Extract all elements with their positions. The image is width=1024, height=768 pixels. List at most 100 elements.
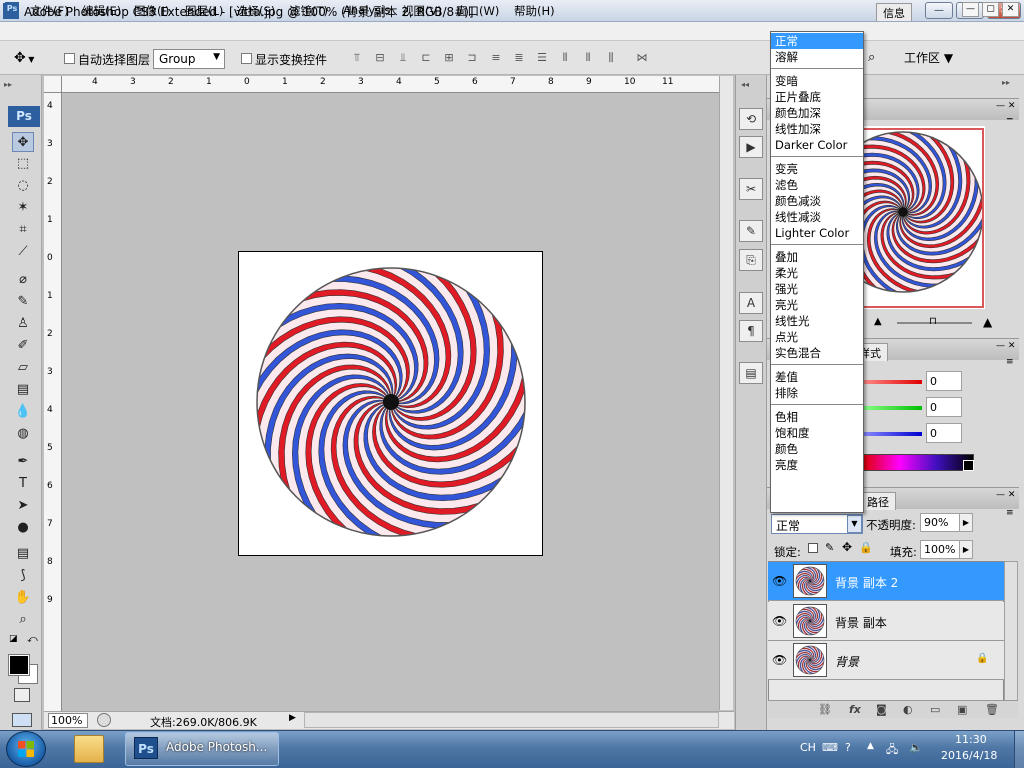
foreground-color-swatch[interactable] — [8, 654, 30, 676]
keyboard-icon[interactable]: ⌨ — [822, 741, 838, 754]
blend-mode-option[interactable]: 变亮 — [771, 161, 863, 177]
move-tool-preset-icon[interactable]: ✥ ▼ — [14, 50, 34, 66]
blend-mode-option[interactable]: Lighter Color — [771, 225, 863, 241]
zoom-tool[interactable]: ⌕ — [12, 610, 34, 630]
status-menu-arrow-icon[interactable]: ▶ — [289, 713, 296, 723]
delete-layer-icon[interactable]: 🗑 — [985, 703, 999, 716]
navigator-slider-thumb[interactable]: ⊓ — [929, 316, 937, 327]
layer-name[interactable]: 背景 副本 — [835, 614, 887, 631]
healing-brush-tool[interactable]: ⌀ — [12, 270, 34, 290]
link-layers-icon[interactable]: ⛓ — [818, 703, 832, 716]
history-panel-icon[interactable]: ⟲ — [739, 108, 763, 130]
blend-mode-option[interactable]: 叠加 — [771, 249, 863, 265]
dodge-tool[interactable]: ◍ — [12, 424, 34, 444]
default-colors-icon[interactable]: ◪ — [9, 634, 18, 644]
new-group-icon[interactable]: ▭ — [930, 703, 940, 716]
menu-filter[interactable]: 滤镜(T) — [289, 3, 328, 19]
minimize-button[interactable]: — — [925, 2, 953, 19]
auto-select-target-select[interactable]: Group ▼ — [153, 49, 225, 69]
add-mask-icon[interactable]: ◙ — [876, 703, 887, 716]
eraser-tool[interactable]: ▱ — [12, 358, 34, 378]
network-icon[interactable]: 🖧 — [886, 741, 898, 760]
align-right-icon[interactable]: ⊐ — [464, 50, 480, 66]
doc-restore-button[interactable]: ▢ — [982, 2, 999, 17]
navigator-view-box[interactable] — [862, 128, 984, 308]
tab-paths[interactable]: 路径 — [860, 492, 896, 510]
color-panel-menu-icon[interactable]: ≡ — [1006, 357, 1014, 367]
opacity-slider-arrow-icon[interactable]: ▶ — [959, 513, 973, 532]
lock-transparency-icon[interactable] — [808, 543, 818, 553]
quick-mask-icon[interactable] — [14, 688, 30, 702]
history-brush-tool[interactable]: ✐ — [12, 336, 34, 356]
eye-icon[interactable]: 👁 — [772, 653, 787, 667]
menu-view[interactable]: 视图(V) — [402, 3, 442, 19]
marquee-tool[interactable]: ⬚ — [12, 154, 34, 174]
layer-row[interactable]: 👁 背景 🔒 — [768, 641, 1004, 680]
adjustment-layer-icon[interactable]: ◐ — [903, 703, 913, 716]
blur-tool[interactable]: 💧 — [12, 402, 34, 422]
blend-mode-option[interactable]: 变暗 — [771, 73, 863, 89]
distribute-top-icon[interactable]: ≡ — [488, 50, 504, 66]
clock-date[interactable]: 2016/4/18 — [941, 749, 997, 762]
tab-info[interactable]: 信息 — [876, 3, 912, 21]
blend-mode-option[interactable]: 线性减淡 — [771, 209, 863, 225]
spectrum-black-swatch[interactable] — [963, 460, 974, 471]
document-size-info[interactable]: 文档:269.0K/806.9K — [150, 714, 257, 730]
eye-icon[interactable]: 👁 — [772, 614, 787, 628]
layer-name[interactable]: 背景 副本 2 — [835, 574, 898, 591]
color-panel-minimize-icon[interactable]: — ✕ — [996, 341, 1015, 351]
blend-mode-option[interactable]: 正常 — [771, 33, 863, 49]
path-selection-tool[interactable]: ➤ — [12, 496, 34, 516]
menu-layer[interactable]: 图层(L) — [185, 3, 223, 19]
zoom-in-icon[interactable]: ▲ — [983, 315, 992, 329]
document-ps-icon[interactable]: Ps — [5, 2, 19, 16]
magic-wand-tool[interactable]: ✶ — [12, 198, 34, 218]
menu-window[interactable]: 窗口(W) — [456, 3, 499, 19]
doc-minimize-button[interactable]: — — [962, 2, 979, 17]
workspace-menu[interactable]: 工作区 ▼ — [904, 49, 953, 66]
show-desktop-button[interactable] — [1014, 731, 1024, 768]
menu-file[interactable]: 文件(F) — [30, 3, 69, 19]
distribute-right-icon[interactable]: ⫼ — [603, 50, 619, 66]
search-icon[interactable]: ⌕ — [868, 50, 875, 65]
doc-close-button[interactable]: ✕ — [1002, 2, 1019, 17]
menu-image[interactable]: 图像(I) — [134, 3, 169, 19]
fill-slider-arrow-icon[interactable]: ▶ — [959, 540, 973, 559]
opacity-field[interactable]: 90% — [920, 513, 960, 532]
input-language-indicator[interactable]: CH — [800, 741, 816, 754]
canvas-horizontal-scrollbar[interactable] — [304, 712, 719, 728]
new-layer-icon[interactable]: ▣ — [957, 703, 967, 716]
blend-mode-option[interactable]: 色相 — [771, 409, 863, 425]
clone-stamp-tool[interactable]: ♙ — [12, 314, 34, 334]
blend-mode-option[interactable]: 颜色减淡 — [771, 193, 863, 209]
green-slider[interactable] — [862, 406, 922, 410]
blue-value-field[interactable]: 0 — [926, 423, 962, 443]
lock-pixels-icon[interactable]: ✎ — [825, 541, 834, 554]
show-transform-checkbox[interactable] — [241, 53, 252, 64]
blend-mode-option[interactable]: 差值 — [771, 369, 863, 385]
lock-all-icon[interactable]: 🔒 — [859, 541, 873, 554]
blend-mode-option[interactable]: 排除 — [771, 385, 863, 401]
layer-row[interactable]: 👁 背景 副本 — [768, 602, 1004, 641]
blend-mode-option[interactable]: 点光 — [771, 329, 863, 345]
blend-mode-option[interactable]: 柔光 — [771, 265, 863, 281]
align-hcenter-icon[interactable]: ⊞ — [441, 50, 457, 66]
blend-mode-option[interactable]: 饱和度 — [771, 425, 863, 441]
screen-mode-icon[interactable] — [12, 713, 32, 727]
blue-slider[interactable] — [862, 432, 922, 436]
blend-mode-option[interactable]: 线性加深 — [771, 121, 863, 137]
paragraph-panel-icon[interactable]: ¶ — [739, 320, 763, 342]
canvas-vertical-scrollbar[interactable] — [719, 76, 733, 710]
hand-tool[interactable]: ✋ — [12, 588, 34, 608]
gradient-tool[interactable]: ▤ — [12, 380, 34, 400]
ruler-origin[interactable] — [44, 76, 62, 93]
auto-align-icon[interactable]: ⋈ — [634, 50, 650, 66]
red-slider[interactable] — [862, 380, 922, 384]
layer-row[interactable]: 👁 背景 副本 2 — [768, 562, 1004, 601]
pen-tool[interactable]: ✒ — [12, 452, 34, 472]
swap-colors-icon[interactable]: ⤺ — [27, 634, 38, 645]
blend-mode-option[interactable]: Darker Color — [771, 137, 863, 153]
notes-tool[interactable]: ▤ — [12, 544, 34, 564]
chevron-down-icon[interactable]: ▼ — [847, 515, 862, 533]
color-spectrum-bar[interactable] — [862, 454, 974, 471]
